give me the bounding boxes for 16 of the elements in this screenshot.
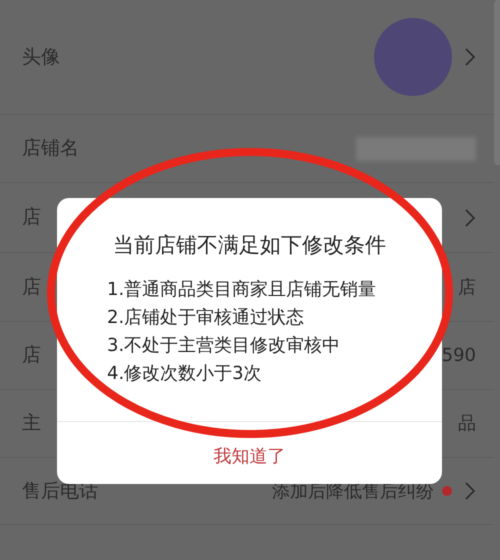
row-value: 品: [458, 412, 476, 436]
row-value: 店: [458, 276, 476, 300]
condition-text: 4.修改次数小于3次: [107, 362, 262, 386]
condition-text: 3.不处于主营类目修改审核中: [107, 334, 340, 358]
row-label: 店: [22, 343, 41, 368]
row-label: 头像: [22, 44, 60, 70]
dialog-title: 当前店铺不满足如下修改条件: [112, 232, 387, 259]
condition-text: 1.普通商品类目商家且店铺无销量: [107, 278, 376, 302]
condition-text: 2.店铺处于审核通过状态: [107, 306, 304, 330]
settings-row[interactable]: 店铺名: [0, 115, 494, 183]
row-label: 店: [22, 205, 41, 230]
settings-row[interactable]: 头像: [0, 0, 494, 115]
row-label: 主: [22, 411, 41, 436]
row-label: 店: [22, 274, 41, 300]
row-label: 店铺名: [22, 136, 79, 162]
row-value: 590: [442, 344, 476, 368]
